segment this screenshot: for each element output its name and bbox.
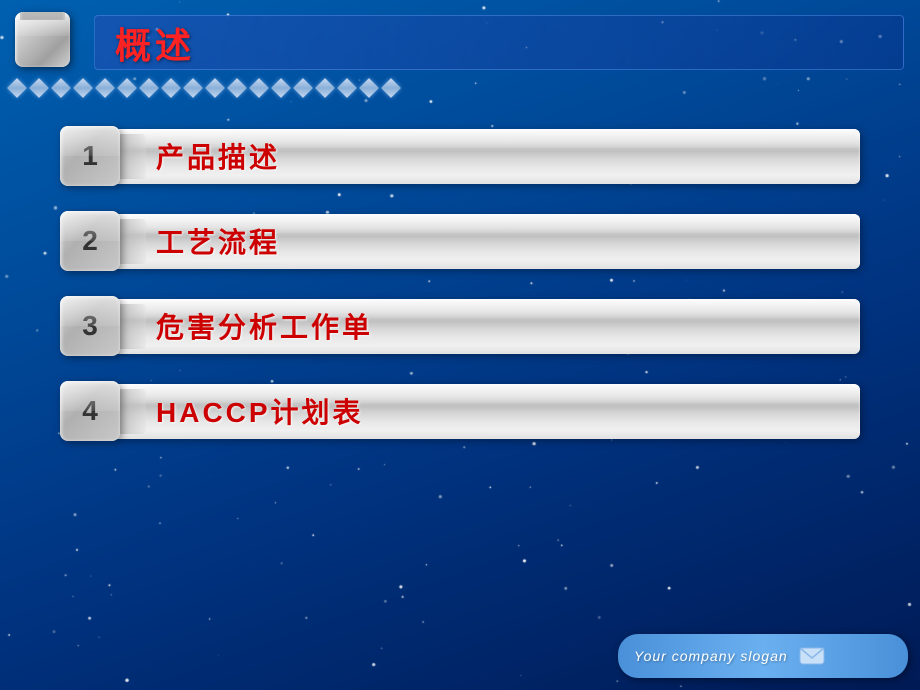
page-title: 概述 <box>115 17 195 69</box>
diamond-icon <box>73 78 93 98</box>
menu-bar-1: 产品描述 <box>116 129 860 184</box>
diamond-icon <box>139 78 159 98</box>
main-content: 1 产品描述 2 工艺流程 3 危害分析工作单 4 HACCP计划表 <box>0 111 920 456</box>
diamond-icon <box>359 78 379 98</box>
menu-number-1: 1 <box>60 126 120 186</box>
diamond-icon <box>315 78 335 98</box>
menu-number-2: 2 <box>60 211 120 271</box>
diamond-icon <box>7 78 27 98</box>
diamond-icon <box>95 78 115 98</box>
menu-bar-3: 危害分析工作单 <box>116 299 860 354</box>
logo-box <box>10 7 82 79</box>
menu-number-4: 4 <box>60 381 120 441</box>
menu-item-2[interactable]: 2 工艺流程 <box>60 211 860 271</box>
logo-icon <box>10 7 75 72</box>
menu-label-1: 产品描述 <box>156 136 280 176</box>
diamond-icon <box>227 78 247 98</box>
menu-label-3: 危害分析工作单 <box>156 306 373 346</box>
diamond-icon <box>117 78 137 98</box>
slogan-icon <box>798 642 826 670</box>
diamond-icon <box>381 78 401 98</box>
diamond-icon <box>205 78 225 98</box>
slogan-bar: Your company slogan <box>618 634 908 678</box>
header: 概述 <box>0 0 920 75</box>
menu-bar-4: HACCP计划表 <box>116 384 860 439</box>
slogan-text: Your company slogan <box>634 648 788 664</box>
menu-item-4[interactable]: 4 HACCP计划表 <box>60 381 860 441</box>
diamond-icon <box>183 78 203 98</box>
menu-item-3[interactable]: 3 危害分析工作单 <box>60 296 860 356</box>
menu-bar-2: 工艺流程 <box>116 214 860 269</box>
diamond-icon <box>161 78 181 98</box>
menu-label-2: 工艺流程 <box>156 221 280 261</box>
menu-item-1[interactable]: 1 产品描述 <box>60 126 860 186</box>
menu-number-3: 3 <box>60 296 120 356</box>
diamond-icon <box>51 78 71 98</box>
diamond-icon <box>249 78 269 98</box>
diamond-icon <box>337 78 357 98</box>
diamond-row <box>0 75 920 101</box>
menu-label-4: HACCP计划表 <box>156 391 364 431</box>
title-bar: 概述 <box>94 15 904 70</box>
diamond-icon <box>29 78 49 98</box>
diamond-icon <box>293 78 313 98</box>
diamond-icon <box>271 78 291 98</box>
